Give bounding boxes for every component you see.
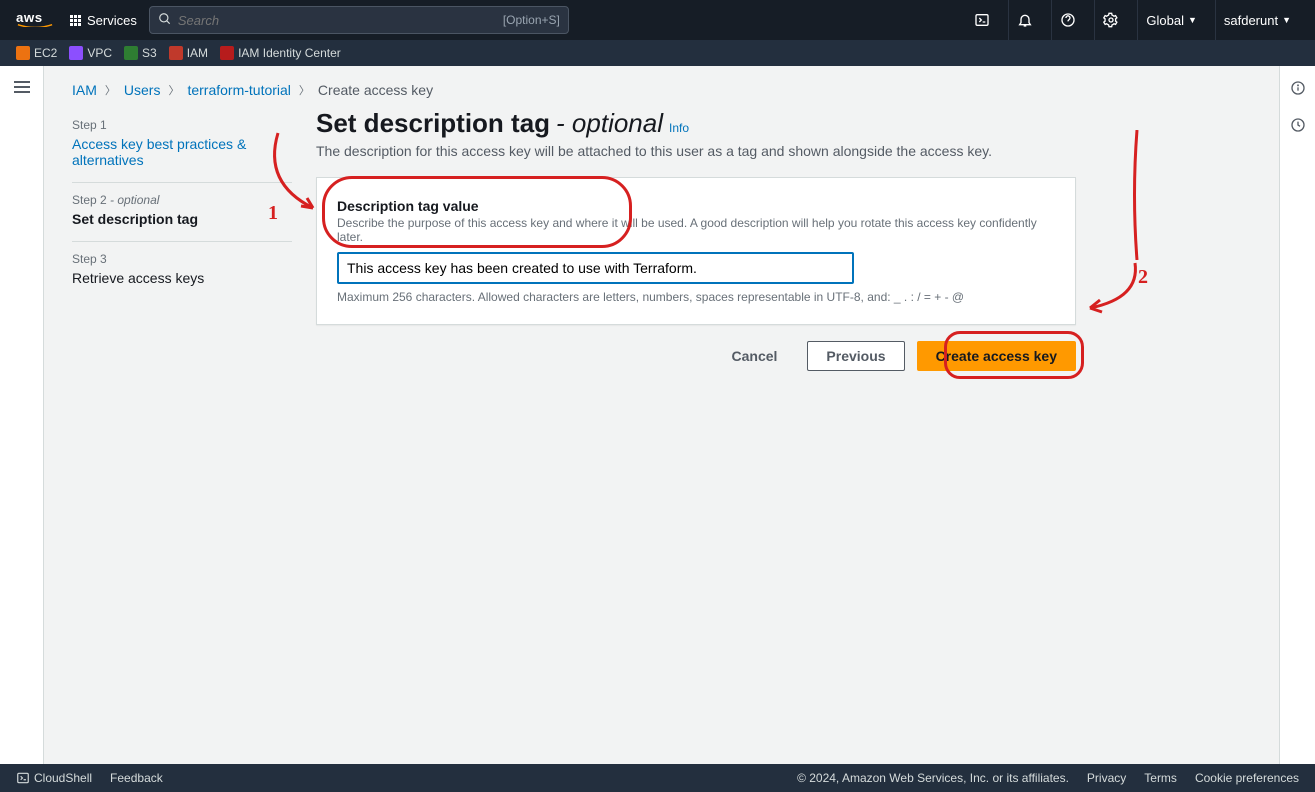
previous-button[interactable]: Previous: [807, 341, 904, 371]
services-button[interactable]: Services: [70, 13, 137, 28]
search-box[interactable]: [Option+S]: [149, 6, 569, 34]
terms-link[interactable]: Terms: [1144, 771, 1177, 785]
copyright-text: © 2024, Amazon Web Services, Inc. or its…: [797, 771, 1069, 785]
step-label: Step 1: [72, 118, 292, 132]
aws-logo[interactable]: aws: [16, 9, 54, 31]
region-selector[interactable]: Global ▼: [1137, 0, 1205, 40]
cloudshell-link[interactable]: CloudShell: [16, 771, 92, 785]
breadcrumb-iam[interactable]: IAM: [72, 82, 97, 98]
create-access-key-button[interactable]: Create access key: [917, 341, 1076, 371]
chevron-right-icon: 〉: [299, 82, 310, 98]
shortcut-ec2[interactable]: EC2: [16, 46, 57, 60]
step-label: Step 3: [72, 252, 292, 266]
shortcut-s3[interactable]: S3: [124, 46, 157, 60]
form-panel: Set description tag - optional Info The …: [316, 108, 1076, 371]
cookie-preferences-link[interactable]: Cookie preferences: [1195, 771, 1299, 785]
breadcrumb-user[interactable]: terraform-tutorial: [187, 82, 290, 98]
settings-icon[interactable]: [1094, 0, 1127, 40]
annotation-label-2: 2: [1138, 266, 1148, 289]
service-shortcuts: EC2 VPC S3 IAM IAM Identity Center: [0, 40, 1315, 66]
search-icon: [158, 12, 172, 29]
breadcrumb-users[interactable]: Users: [124, 82, 161, 98]
grid-icon: [70, 15, 81, 26]
help-icon[interactable]: [1051, 0, 1084, 40]
wizard-steps: Step 1 Access key best practices & alter…: [72, 108, 292, 371]
breadcrumb: IAM 〉 Users 〉 terraform-tutorial 〉 Creat…: [72, 82, 1251, 98]
history-icon[interactable]: [1290, 117, 1306, 136]
info-panel-icon[interactable]: [1290, 80, 1306, 99]
page-title: Set description tag - optional Info: [316, 108, 1076, 139]
step-title[interactable]: Access key best practices & alternatives: [72, 136, 292, 168]
breadcrumb-current: Create access key: [318, 82, 433, 98]
menu-toggle-icon[interactable]: [14, 78, 30, 764]
svg-text:aws: aws: [16, 10, 43, 25]
step-label: Step 2 - optional: [72, 193, 292, 207]
page-description: The description for this access key will…: [316, 143, 1076, 159]
notifications-icon[interactable]: [1008, 0, 1041, 40]
shortcut-iam[interactable]: IAM: [169, 46, 208, 60]
field-hint: Describe the purpose of this access key …: [337, 216, 1055, 244]
privacy-link[interactable]: Privacy: [1087, 771, 1126, 785]
description-tag-input[interactable]: [337, 252, 854, 284]
annotation-arrow-2: [1080, 258, 1150, 318]
cloudshell-icon[interactable]: [966, 0, 998, 40]
annotation-line-2: [1130, 130, 1144, 260]
step-title: Set description tag: [72, 211, 292, 227]
shortcut-vpc[interactable]: VPC: [69, 46, 112, 60]
cancel-button[interactable]: Cancel: [714, 342, 796, 370]
action-buttons: Cancel Previous Create access key: [316, 341, 1076, 371]
wizard-step-3: Step 3 Retrieve access keys: [72, 242, 292, 300]
left-rail: [0, 66, 44, 764]
form-card: Description tag value Describe the purpo…: [316, 177, 1076, 325]
step-title: Retrieve access keys: [72, 270, 292, 286]
chevron-right-icon: 〉: [105, 82, 116, 98]
top-nav: aws Services [Option+S] Global ▼ safderu…: [0, 0, 1315, 40]
account-menu[interactable]: safderunt ▼: [1215, 0, 1299, 40]
services-label: Services: [87, 13, 137, 28]
right-rail: [1279, 66, 1315, 764]
wizard-step-2: Step 2 - optional Set description tag: [72, 183, 292, 242]
field-label: Description tag value: [337, 198, 1055, 214]
wizard-step-1[interactable]: Step 1 Access key best practices & alter…: [72, 108, 292, 183]
chevron-right-icon: 〉: [168, 82, 179, 98]
search-hint: [Option+S]: [503, 13, 560, 27]
footer: CloudShell Feedback © 2024, Amazon Web S…: [0, 764, 1315, 792]
search-input[interactable]: [172, 13, 503, 28]
field-constraint: Maximum 256 characters. Allowed characte…: [337, 290, 1055, 304]
feedback-link[interactable]: Feedback: [110, 771, 163, 785]
shortcut-iam-identity-center[interactable]: IAM Identity Center: [220, 46, 341, 60]
info-link[interactable]: Info: [669, 121, 689, 135]
main-content: IAM 〉 Users 〉 terraform-tutorial 〉 Creat…: [44, 66, 1279, 764]
